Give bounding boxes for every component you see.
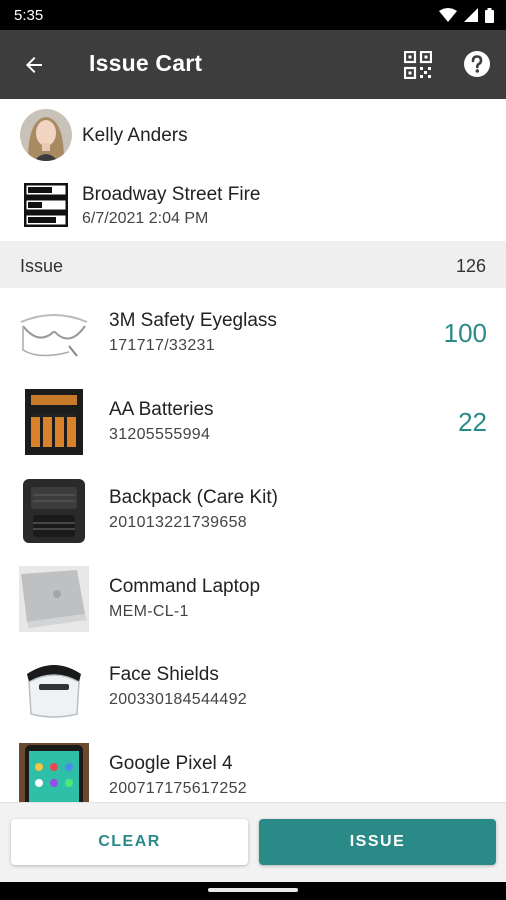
back-button[interactable]	[20, 51, 48, 79]
section-header: Issue 126	[0, 241, 506, 288]
phone-image	[19, 742, 89, 802]
section-label: Issue	[20, 256, 64, 276]
app-bar: Issue Cart	[0, 30, 506, 99]
list-item[interactable]: Face Shields 200330184544492	[0, 642, 506, 731]
location-row[interactable]: Broadway Street Fire 6/7/2021 2:04 PM	[0, 172, 506, 238]
item-name: Backpack (Care Kit)	[109, 487, 278, 508]
status-time: 5:35	[14, 6, 44, 24]
item-name: Google Pixel 4	[109, 752, 233, 774]
item-name: AA Batteries	[109, 398, 214, 420]
item-code: 201013221739658	[109, 514, 247, 531]
list-item[interactable]: 3M Safety Eyeglass 171717/33231 100	[0, 288, 506, 377]
list-item[interactable]: Backpack (Care Kit) 201013221739658	[0, 465, 506, 554]
item-code: 31205555994	[109, 425, 211, 443]
cellular-icon	[464, 8, 478, 22]
station-icon	[24, 183, 68, 227]
home-gesture-handle[interactable]	[208, 888, 298, 892]
system-nav-bar	[0, 882, 506, 900]
status-icons	[439, 7, 494, 23]
location-name: Broadway Street Fire	[82, 184, 261, 205]
help-icon	[464, 51, 490, 77]
user-row[interactable]: Kelly Anders	[0, 99, 506, 169]
laptop-image	[19, 565, 89, 632]
wifi-icon	[439, 8, 457, 22]
list-item[interactable]: AA Batteries 31205555994 22	[0, 377, 506, 466]
clear-button[interactable]: CLEAR	[11, 819, 248, 865]
item-code: 200330184544492	[109, 691, 247, 708]
section-count: 126	[455, 256, 486, 276]
item-code: 200717175617252	[109, 779, 247, 797]
item-name: 3M Safety Eyeglass	[109, 310, 277, 331]
face-shield-image	[19, 654, 89, 720]
item-code: 171717/33231	[109, 337, 215, 354]
backpack-image	[23, 479, 85, 543]
qr-scan-button[interactable]	[403, 50, 433, 80]
qr-code-icon	[403, 50, 433, 80]
location-date: 6/7/2021 2:04 PM	[82, 210, 209, 227]
item-name: Face Shields	[109, 664, 219, 685]
item-quantity[interactable]: 100	[444, 318, 487, 349]
list-item[interactable]: Command Laptop MEM-CL-1	[0, 554, 506, 643]
issue-button[interactable]: ISSUE	[259, 819, 496, 865]
item-code: MEM-CL-1	[109, 602, 189, 620]
battery-icon	[485, 7, 494, 23]
user-avatar-image	[20, 109, 72, 161]
page-title: Issue Cart	[89, 50, 203, 76]
batteries-image	[25, 388, 83, 455]
status-bar: 5:35	[0, 0, 506, 30]
item-quantity[interactable]: 22	[458, 407, 487, 438]
help-button[interactable]	[463, 50, 491, 78]
user-name: Kelly Anders	[82, 125, 188, 146]
item-list[interactable]: 3M Safety Eyeglass 171717/33231 100 AA B…	[0, 288, 506, 802]
back-arrow-icon	[26, 57, 42, 73]
bottom-action-bar: CLEAR ISSUE	[0, 802, 506, 882]
list-item[interactable]: Google Pixel 4 200717175617252	[0, 731, 506, 802]
avatar	[20, 109, 72, 161]
item-name: Command Laptop	[109, 575, 261, 597]
safety-glasses-image	[19, 300, 89, 366]
